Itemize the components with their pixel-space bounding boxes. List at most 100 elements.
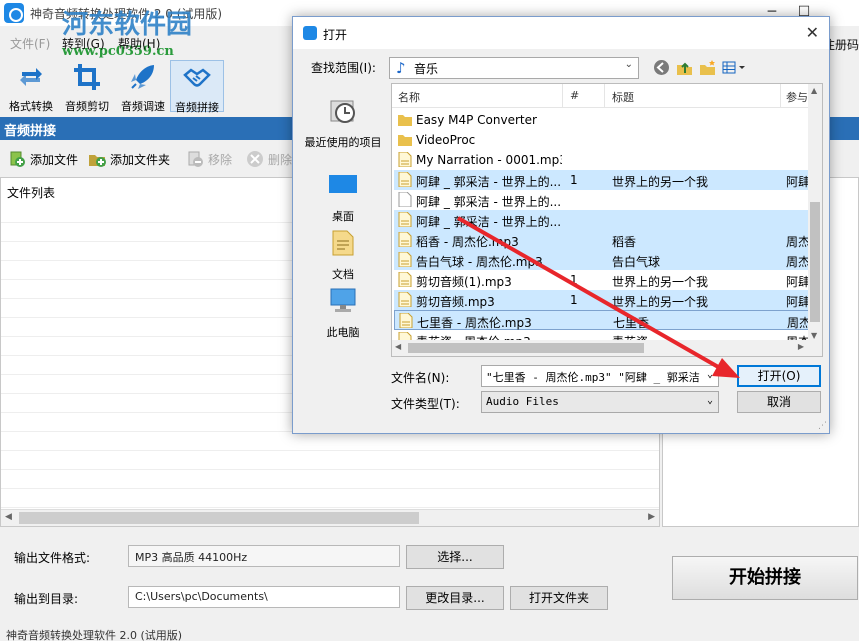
file-row[interactable]: 剪切音频.mp3 1 世界上的另一个我 阿肆: [394, 290, 810, 310]
place-this-pc[interactable]: 此电脑: [299, 285, 387, 340]
remove-label: 移除: [208, 152, 233, 167]
tool-audio-cut[interactable]: 音频剪切: [60, 60, 114, 113]
folder-icon: [398, 112, 412, 127]
output-dir-field[interactable]: C:\Users\pc\Documents\: [128, 586, 400, 608]
file-row[interactable]: 剪切音频(1).mp3 1 世界上的另一个我 阿肆: [394, 270, 810, 290]
output-dir-label: 输出到目录:: [14, 592, 79, 606]
list-item[interactable]: [1, 451, 659, 470]
tool-format-convert[interactable]: 格式转换: [4, 60, 58, 113]
look-in-label: 查找范围(I):: [311, 61, 376, 75]
menu-goto[interactable]: 转到(G): [62, 35, 105, 52]
chevron-down-icon[interactable]: ⌄: [702, 366, 718, 386]
file-title: 稻香: [612, 235, 637, 249]
chevron-down-icon: ⌄: [706, 395, 714, 406]
file-list-hscroll-thumb[interactable]: [19, 512, 419, 524]
file-row[interactable]: 阿肆 _ 郭采洁 - 世界上的...: [394, 190, 810, 210]
delete-button[interactable]: 删除: [246, 149, 292, 169]
column-artist[interactable]: 参与: [786, 89, 808, 105]
scroll-left-icon[interactable]: ◀: [395, 342, 401, 351]
resize-grip-icon[interactable]: ⋰: [818, 421, 827, 431]
sort-up-icon: ^: [482, 83, 490, 91]
column-name[interactable]: 名称: [398, 89, 420, 105]
menu-file[interactable]: 文件(F): [10, 35, 50, 52]
place-documents[interactable]: 文档: [299, 227, 387, 282]
status-bar: 神奇音频转换处理软件 2.0 (试用版): [6, 629, 183, 641]
file-browser-header: 名称 ^ # 标题 参与: [392, 84, 810, 108]
file-title: 告白气球: [612, 255, 661, 269]
file-row[interactable]: Easy M4P Converter: [394, 110, 810, 130]
file-browser-hscrollbar[interactable]: ◀ ▶: [392, 340, 822, 356]
column-separator[interactable]: [780, 84, 781, 108]
place-desktop-label: 桌面: [332, 210, 354, 223]
file-icon: [398, 231, 412, 248]
place-documents-label: 文档: [332, 268, 354, 281]
scroll-down-icon[interactable]: ▼: [811, 331, 817, 340]
add-file-button[interactable]: 添加文件: [8, 149, 78, 169]
up-folder-icon[interactable]: [676, 59, 693, 76]
tool-audio-join[interactable]: 音频拼接: [170, 60, 224, 114]
add-folder-button[interactable]: 添加文件夹: [88, 149, 170, 169]
app-logo-icon: [4, 3, 24, 23]
file-track-number: 1: [570, 293, 578, 307]
filename-input[interactable]: "七里香 - 周杰伦.mp3" "阿肆 _ 郭采洁 ⌄: [481, 365, 719, 387]
list-item[interactable]: [1, 470, 659, 489]
file-icon: [398, 191, 412, 208]
file-row[interactable]: VideoProc: [394, 130, 810, 150]
scroll-right-icon[interactable]: ▶: [798, 342, 804, 351]
open-button[interactable]: 打开(O): [737, 365, 821, 387]
file-row[interactable]: 稻香 - 周杰伦.mp3 稻香 周杰: [394, 230, 810, 250]
chevron-down-icon: ⌄: [624, 59, 633, 70]
file-icon: [398, 151, 412, 168]
file-icon: [398, 211, 412, 228]
tool-audio-speed[interactable]: 音频调速: [116, 60, 170, 113]
file-browser-hscroll-thumb[interactable]: [408, 343, 644, 353]
scroll-right-icon[interactable]: ▶: [648, 512, 655, 522]
places-bar: 最近使用的项目 桌面 文档 此电脑: [299, 85, 387, 375]
file-icon: [398, 271, 412, 288]
view-menu-icon[interactable]: [722, 59, 748, 76]
column-title[interactable]: 标题: [612, 89, 634, 105]
scroll-up-icon[interactable]: ▲: [811, 86, 817, 95]
remove-button[interactable]: 移除: [186, 149, 232, 169]
list-item[interactable]: [1, 489, 659, 508]
menu-help[interactable]: 帮助(H): [118, 35, 160, 52]
file-row[interactable]: 七里香 - 周杰伦.mp3 七里香 周杰: [394, 310, 811, 330]
close-icon[interactable]: ✕: [806, 23, 819, 42]
file-title: 世界上的另一个我: [612, 175, 709, 189]
new-folder-icon[interactable]: [699, 59, 716, 76]
change-dir-button[interactable]: 更改目录...: [406, 586, 504, 610]
dialog-titlebar: 打开 ✕: [293, 17, 829, 49]
column-separator[interactable]: [562, 84, 563, 108]
filetype-label: 文件类型(T):: [391, 397, 460, 411]
place-desktop[interactable]: 桌面: [299, 169, 387, 224]
filename-value: "七里香 - 周杰伦.mp3" "阿肆 _ 郭采洁: [486, 371, 700, 384]
column-num[interactable]: #: [570, 89, 579, 102]
filetype-select[interactable]: Audio Files ⌄: [481, 391, 719, 413]
select-format-button[interactable]: 选择...: [406, 545, 504, 569]
tool-label: 音频剪切: [65, 100, 109, 113]
file-browser-vscrollbar[interactable]: ▲ ▼: [808, 84, 822, 342]
scroll-left-icon[interactable]: ◀: [5, 512, 12, 522]
place-recent[interactable]: 最近使用的项目: [299, 95, 387, 150]
file-browser-vscroll-thumb[interactable]: [810, 202, 820, 322]
list-item[interactable]: [1, 432, 659, 451]
file-icon: [398, 291, 412, 308]
start-join-button[interactable]: 开始拼接: [672, 556, 858, 600]
cancel-button[interactable]: 取消: [737, 391, 821, 413]
file-row[interactable]: 阿肆 _ 郭采洁 - 世界上的... 1 世界上的另一个我 阿肆: [394, 170, 810, 190]
back-icon[interactable]: [653, 59, 670, 76]
add-folder-icon: [88, 150, 106, 168]
file-row[interactable]: 阿肆 _ 郭采洁 - 世界上的...: [394, 210, 810, 230]
file-title: 七里香: [613, 316, 650, 330]
file-row[interactable]: My Narration - 0001.mp3: [394, 150, 810, 170]
delete-label: 删除: [268, 152, 293, 167]
column-separator[interactable]: [604, 84, 605, 108]
file-browser-list[interactable]: 名称 ^ # 标题 参与 Easy M4P Converter VideoProc…: [391, 83, 823, 357]
file-list-hscrollbar[interactable]: ◀ ▶: [1, 509, 659, 526]
place-this-pc-label: 此电脑: [326, 326, 360, 339]
file-row[interactable]: 告白气球 - 周杰伦.mp3 告白气球 周杰: [394, 250, 810, 270]
look-in-combo[interactable]: ♪ 音乐 ⌄: [389, 57, 639, 79]
output-format-label: 输出文件格式:: [14, 551, 91, 565]
file-name: VideoProc: [416, 133, 476, 147]
open-folder-button[interactable]: 打开文件夹: [510, 586, 608, 610]
